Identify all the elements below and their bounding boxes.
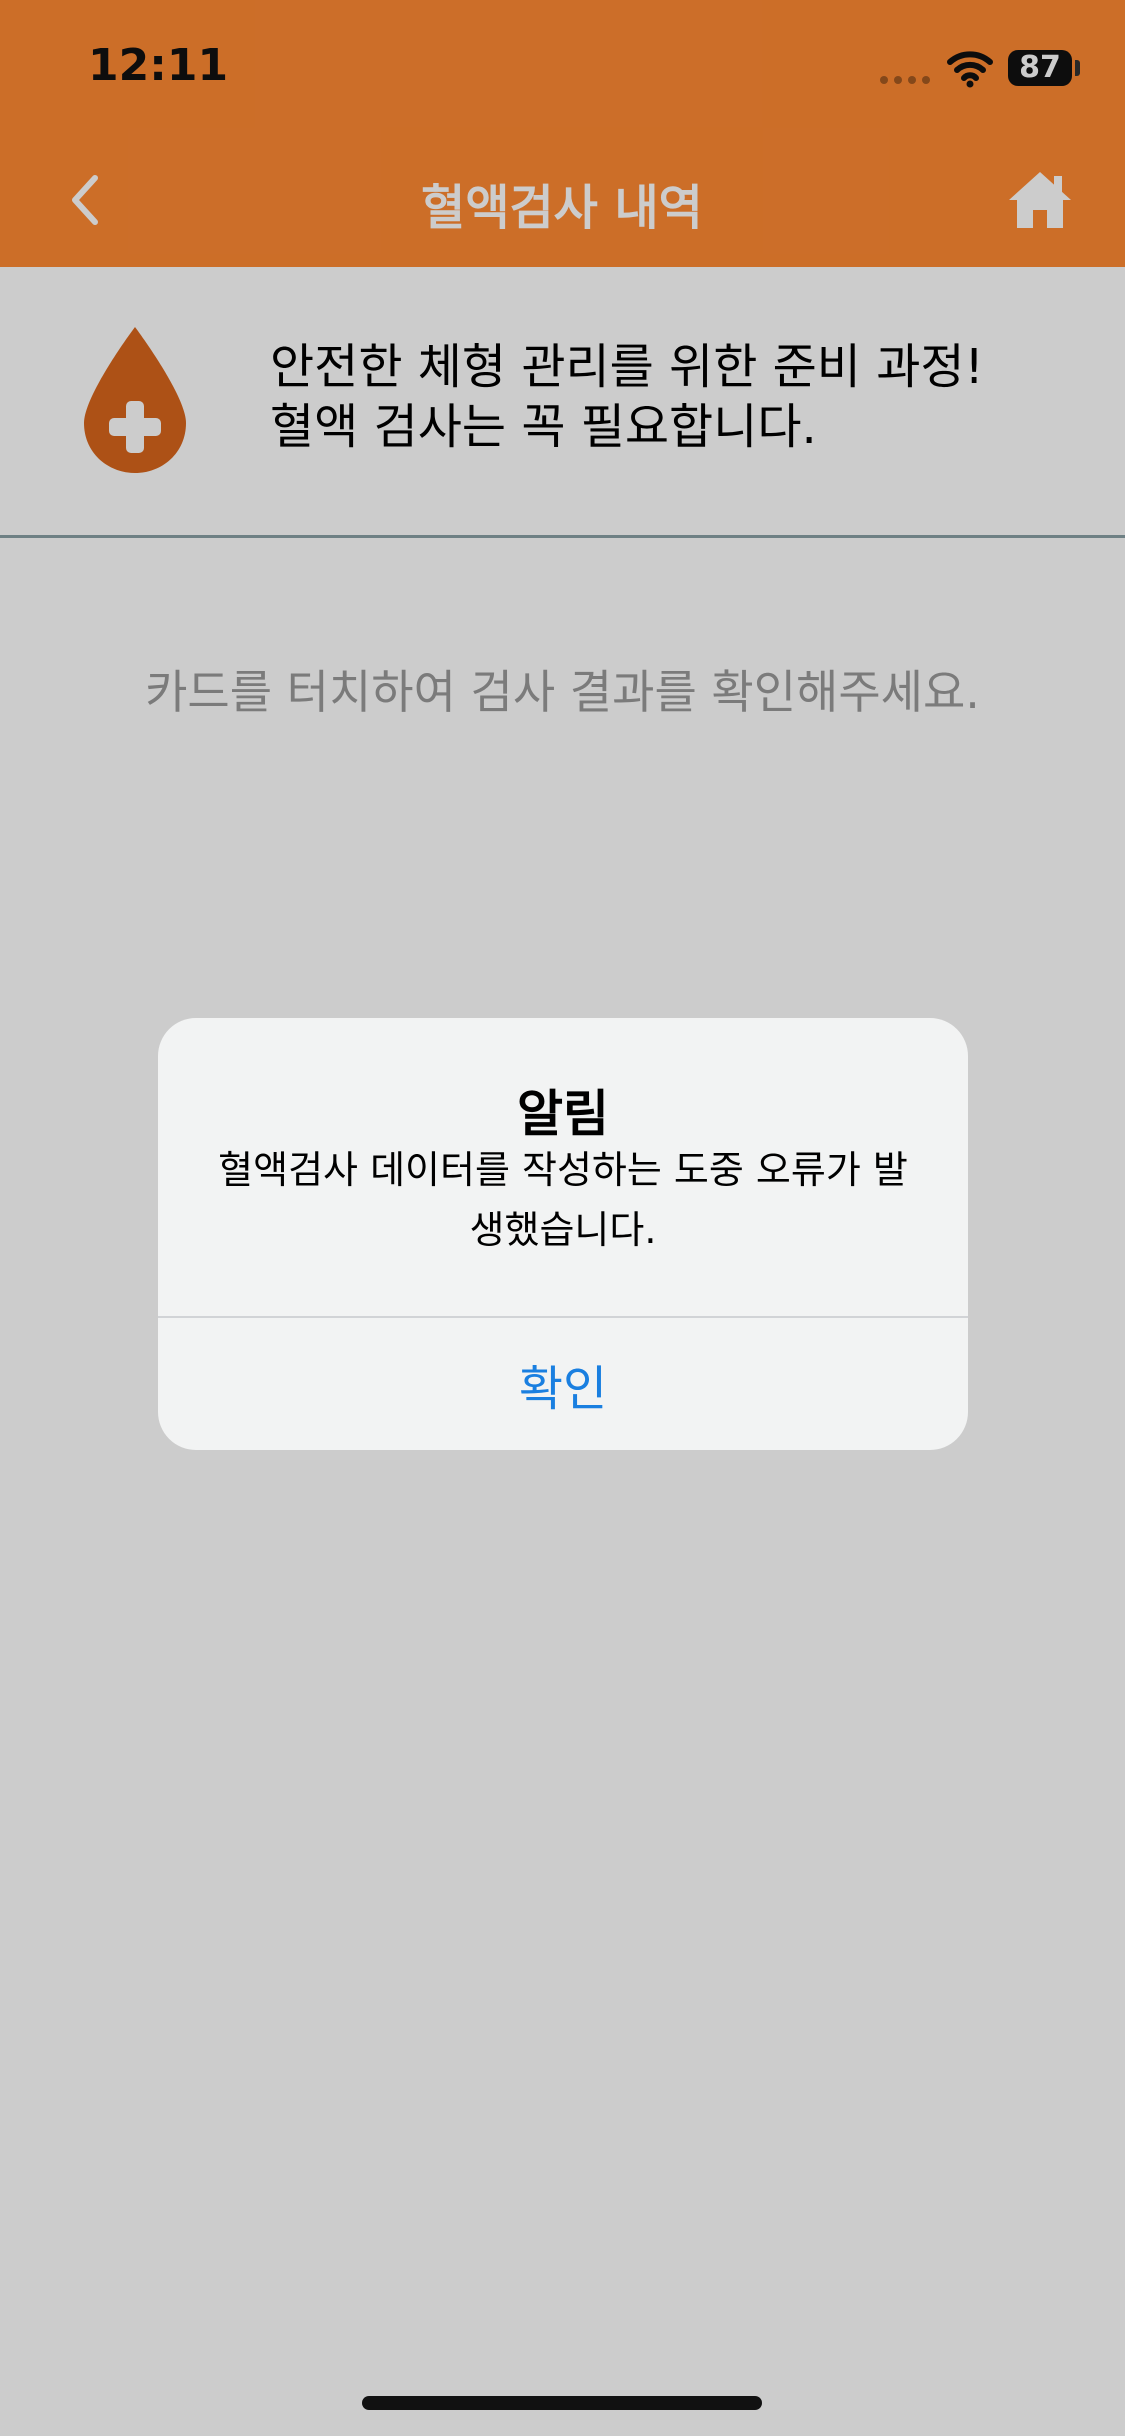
screen: 12:11 87 혈액검사 내역 안전한 체형 관리를 위한 준비 과정! 혈액… — [0, 0, 1125, 2436]
alert-dialog: 알림 혈액검사 데이터를 작성하는 도중 오류가 발생했습니다. 확인 — [158, 1018, 968, 1450]
confirm-button[interactable]: 확인 — [158, 1318, 968, 1450]
home-indicator[interactable] — [362, 2396, 762, 2410]
alert-message: 혈액검사 데이터를 작성하는 도중 오류가 발생했습니다. — [218, 1148, 908, 1252]
alert-title: 알림 — [517, 1085, 609, 1143]
